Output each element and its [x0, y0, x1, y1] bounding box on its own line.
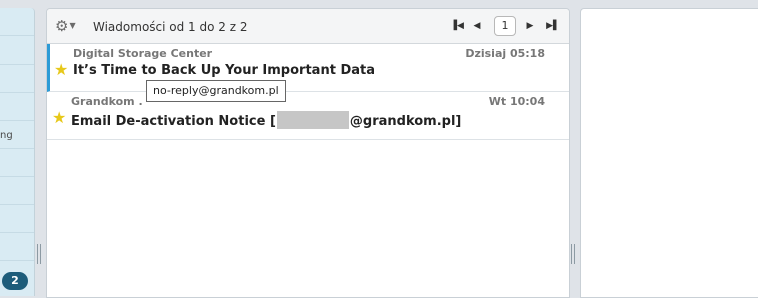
sidebar-divider [0, 176, 34, 177]
last-page-button[interactable]: ▶▌ [545, 19, 561, 33]
message-date: Dzisiaj 05:18 [465, 47, 545, 60]
message-row[interactable]: Digital Storage Center Dzisiaj 05:18 ★ I… [47, 44, 569, 92]
sidebar-divider [0, 204, 34, 205]
message-sender: Grandkom . [71, 95, 143, 108]
sender-email-tooltip: no-reply@grandkom.pl [146, 80, 286, 102]
message-count-text: Wiadomości od 1 do 2 z 2 [93, 20, 248, 34]
message-list-panel: ⚙▼ Wiadomości od 1 do 2 z 2 ▐◀ ◀ 1 ▶ ▶▌ … [46, 8, 570, 298]
message-row[interactable]: Grandkom . Wt 10:04 ★ Email De-activatio… [47, 92, 569, 140]
folder-sidebar: ng 2 [0, 8, 35, 296]
first-page-icon: ▐◀ [450, 21, 464, 31]
gear-icon: ⚙ [55, 17, 69, 35]
sidebar-divider [0, 232, 34, 233]
star-icon[interactable]: ★ [52, 108, 66, 127]
message-date: Wt 10:04 [488, 95, 545, 108]
sidebar-divider [0, 120, 34, 121]
message-subject: Email De-activation Notice [ @grandkom.pl… [71, 111, 461, 129]
message-subject: It’s Time to Back Up Your Important Data [73, 63, 375, 78]
first-page-button[interactable]: ▐◀ [449, 19, 465, 33]
last-page-icon: ▶▌ [546, 21, 560, 31]
unread-count-badge: 2 [2, 272, 28, 290]
star-icon[interactable]: ★ [54, 60, 68, 79]
page-number-input[interactable]: 1 [494, 16, 516, 36]
sidebar-divider [0, 64, 34, 65]
redacted-block [276, 111, 349, 129]
prev-page-button[interactable]: ◀ [469, 19, 485, 33]
next-page-icon: ▶ [526, 21, 534, 31]
subject-suffix: @grandkom.pl] [349, 114, 462, 129]
next-page-button[interactable]: ▶ [522, 19, 538, 33]
sidebar-divider [0, 92, 34, 93]
settings-menu-button[interactable]: ⚙▼ [55, 18, 79, 34]
sidebar-item-label[interactable]: ng [0, 130, 13, 141]
message-list-toolbar: ⚙▼ Wiadomości od 1 do 2 z 2 ▐◀ ◀ 1 ▶ ▶▌ [47, 9, 569, 44]
sidebar-divider [0, 260, 34, 261]
chevron-down-icon: ▼ [69, 21, 76, 30]
sidebar-divider [0, 35, 34, 36]
message-preview-pane [580, 8, 758, 298]
message-sender: Digital Storage Center [73, 47, 213, 60]
prev-page-icon: ◀ [473, 21, 481, 31]
sidebar-divider [0, 148, 34, 149]
subject-prefix: Email De-activation Notice [ [71, 114, 276, 129]
preview-resize-handle[interactable] [571, 244, 575, 264]
sidebar-resize-handle[interactable] [37, 244, 41, 264]
